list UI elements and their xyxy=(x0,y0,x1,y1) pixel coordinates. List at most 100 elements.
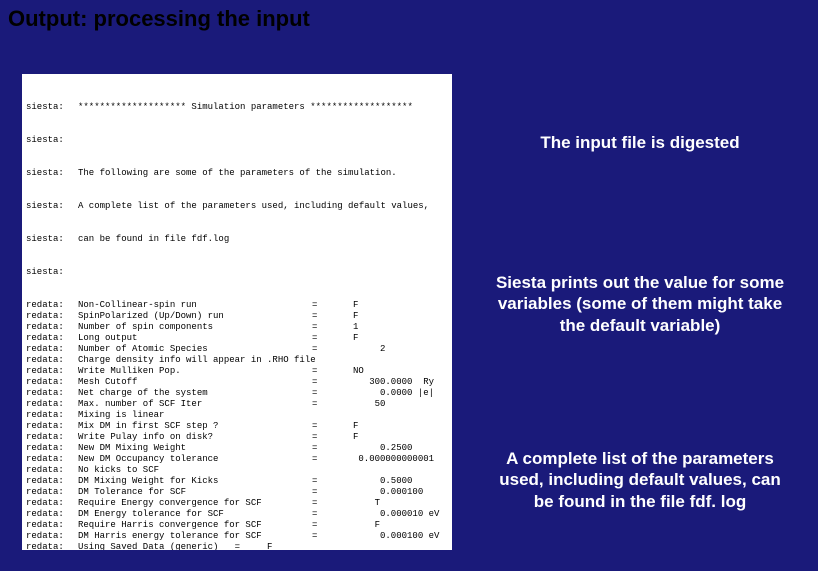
intro-text: The following are some of the parameters… xyxy=(78,168,397,179)
param-row: redata:Require Energy convergence for SC… xyxy=(26,498,448,509)
equals-sign: = xyxy=(312,443,326,454)
param-row: redata:No kicks to SCF xyxy=(26,465,448,476)
param-row: redata:SpinPolarized (Up/Down) run= F xyxy=(26,311,448,322)
param-row: redata:DM Tolerance for SCF= 0.000100 xyxy=(26,487,448,498)
param-row: redata:New DM Mixing Weight= 0.2500 xyxy=(26,443,448,454)
param-row: redata:Number of Atomic Species= 2 xyxy=(26,344,448,355)
param-value: 0.0000 |e| xyxy=(326,388,434,399)
param-key: Net charge of the system xyxy=(78,388,312,399)
param-value: F xyxy=(326,421,358,432)
prefix-redata: redata: xyxy=(26,377,78,388)
prefix-redata: redata: xyxy=(26,465,78,476)
param-key: New DM Occupancy tolerance xyxy=(78,454,312,465)
param-key: Write Pulay info on disk? xyxy=(78,432,312,443)
param-row: redata:Max. number of SCF Iter= 50 xyxy=(26,399,448,410)
param-key: Number of Atomic Species xyxy=(78,344,312,355)
equals-sign: = xyxy=(312,322,326,333)
param-value: F xyxy=(326,333,358,344)
equals-sign: = xyxy=(312,432,326,443)
param-value: 0.000100 xyxy=(326,487,423,498)
param-row: redata:Mix DM in first SCF step ?= F xyxy=(26,421,448,432)
prefix-siesta: siesta: xyxy=(26,267,78,278)
param-value: 0.000000000001 xyxy=(326,454,434,465)
prefix-redata: redata: xyxy=(26,531,78,542)
param-row: redata:Number of spin components= 1 xyxy=(26,322,448,333)
prefix-redata: redata: xyxy=(26,487,78,498)
annotation-variables: Siesta prints out the value for some var… xyxy=(490,272,790,336)
param-key: DM Mixing Weight for Kicks xyxy=(78,476,312,487)
annotation-fdflog: A complete list of the parameters used, … xyxy=(490,448,790,512)
param-row: redata:Require Harris convergence for SC… xyxy=(26,520,448,531)
equals-sign: = xyxy=(312,366,326,377)
param-key: Using Saved Data (generic) = F xyxy=(78,542,312,550)
equals-sign: = xyxy=(312,300,326,311)
prefix-redata: redata: xyxy=(26,454,78,465)
param-key: New DM Mixing Weight xyxy=(78,443,312,454)
param-key: Write Mulliken Pop. xyxy=(78,366,312,377)
prefix-redata: redata: xyxy=(26,399,78,410)
param-key: Long output xyxy=(78,333,312,344)
param-key: Require Harris convergence for SCF xyxy=(78,520,312,531)
param-key: Require Energy convergence for SCF xyxy=(78,498,312,509)
param-row: redata:Charge density info will appear i… xyxy=(26,355,448,366)
equals-sign: = xyxy=(312,454,326,465)
param-key: DM Energy tolerance for SCF xyxy=(78,509,312,520)
equals-sign: = xyxy=(312,377,326,388)
param-value: 2 xyxy=(326,344,385,355)
prefix-redata: redata: xyxy=(26,520,78,531)
param-key: Mixing is linear xyxy=(78,410,312,421)
slide-title: Output: processing the input xyxy=(8,6,310,32)
annotation-digested: The input file is digested xyxy=(490,132,790,153)
param-value: 50 xyxy=(326,399,385,410)
param-key: DM Harris energy tolerance for SCF xyxy=(78,531,312,542)
param-row: redata:DM Mixing Weight for Kicks= 0.500… xyxy=(26,476,448,487)
prefix-redata: redata: xyxy=(26,509,78,520)
intro-line-2: siesta: can be found in file fdf.log xyxy=(26,234,448,245)
prefix-redata: redata: xyxy=(26,322,78,333)
intro-line-0: siesta: The following are some of the pa… xyxy=(26,168,448,179)
prefix-redata: redata: xyxy=(26,476,78,487)
param-value: F xyxy=(326,520,380,531)
blank-line: siesta: xyxy=(26,135,448,146)
equals-sign: = xyxy=(312,487,326,498)
prefix-redata: redata: xyxy=(26,421,78,432)
blank-line: siesta: xyxy=(26,267,448,278)
prefix-siesta: siesta: xyxy=(26,201,78,212)
param-value: 1 xyxy=(326,322,358,333)
banner-text: ******************** Simulation paramete… xyxy=(78,102,413,113)
param-key: Mesh Cutoff xyxy=(78,377,312,388)
param-key: Number of spin components xyxy=(78,322,312,333)
intro-text: A complete list of the parameters used, … xyxy=(78,201,429,212)
param-key: DM Tolerance for SCF xyxy=(78,487,312,498)
equals-sign: = xyxy=(312,333,326,344)
equals-sign: = xyxy=(312,421,326,432)
param-row: redata:Mixing is linear xyxy=(26,410,448,421)
param-key: SpinPolarized (Up/Down) run xyxy=(78,311,312,322)
prefix-redata: redata: xyxy=(26,498,78,509)
param-key: Non-Collinear-spin run xyxy=(78,300,312,311)
intro-line-1: siesta: A complete list of the parameter… xyxy=(26,201,448,212)
equals-sign: = xyxy=(312,520,326,531)
param-value: NO xyxy=(326,366,364,377)
banner-line: siesta: ******************** Simulation … xyxy=(26,102,448,113)
prefix-redata: redata: xyxy=(26,388,78,399)
prefix-redata: redata: xyxy=(26,443,78,454)
equals-sign: = xyxy=(312,344,326,355)
param-value: T xyxy=(326,498,380,509)
param-row: redata:New DM Occupancy tolerance= 0.000… xyxy=(26,454,448,465)
prefix-redata: redata: xyxy=(26,366,78,377)
prefix-redata: redata: xyxy=(26,542,78,550)
prefix-redata: redata: xyxy=(26,410,78,421)
prefix-redata: redata: xyxy=(26,432,78,443)
equals-sign: = xyxy=(312,399,326,410)
equals-sign: = xyxy=(312,531,326,542)
param-value: F xyxy=(326,432,358,443)
param-row: redata:Mesh Cutoff= 300.0000 Ry xyxy=(26,377,448,388)
param-row: redata:DM Harris energy tolerance for SC… xyxy=(26,531,448,542)
equals-sign: = xyxy=(312,311,326,322)
param-row: redata:Net charge of the system= 0.0000 … xyxy=(26,388,448,399)
prefix-siesta: siesta: xyxy=(26,102,78,113)
param-value: F xyxy=(326,300,358,311)
param-key: Mix DM in first SCF step ? xyxy=(78,421,312,432)
prefix-redata: redata: xyxy=(26,311,78,322)
